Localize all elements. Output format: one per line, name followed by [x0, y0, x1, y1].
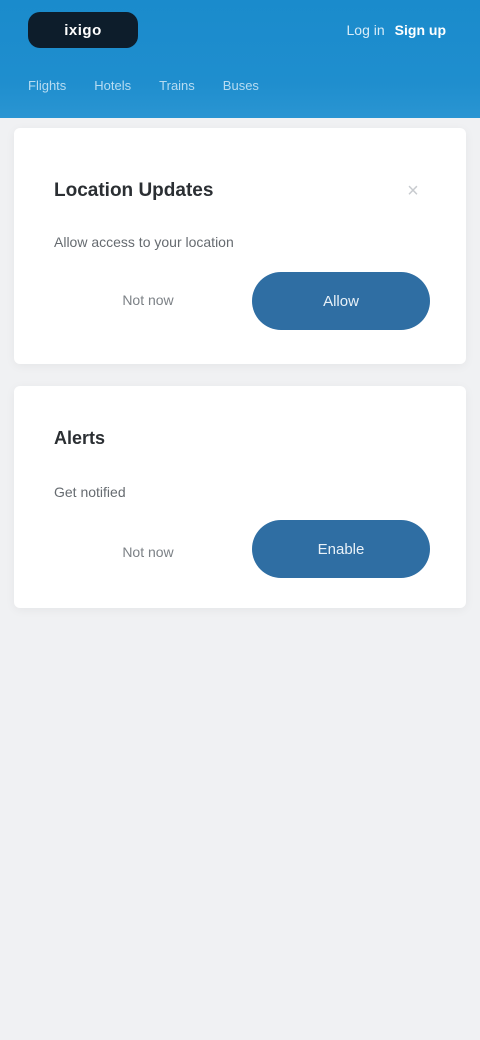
signup-link[interactable]: Sign up [395, 20, 446, 40]
close-icon[interactable]: × [402, 180, 424, 202]
subnav-item-flights[interactable]: Flights [28, 78, 66, 93]
not-now-button[interactable]: Not now [78, 530, 218, 574]
login-link[interactable]: Log in [347, 20, 385, 40]
card-description: Allow access to your location [54, 234, 234, 250]
card-title: Location Updates [54, 180, 214, 201]
card-title: Alerts [54, 428, 106, 448]
app-screen: ixigo Log in Sign up Flights Hotels Trai… [0, 0, 480, 1040]
location-permission-card: Location Updates × Allow access to your … [14, 128, 466, 364]
brand-logo[interactable]: ixigo [28, 12, 138, 48]
allow-button[interactable]: Allow [252, 272, 430, 330]
header-links: Log in Sign up [347, 20, 446, 40]
top-header: ixigo Log in Sign up Flights Hotels Trai… [0, 0, 480, 118]
not-now-button[interactable]: Not now [78, 278, 218, 322]
sub-navigation: Flights Hotels Trains Buses [28, 78, 259, 93]
enable-button[interactable]: Enable [252, 520, 430, 578]
subnav-item-hotels[interactable]: Hotels [94, 78, 131, 93]
subnav-item-buses[interactable]: Buses [223, 78, 259, 93]
alerts-permission-card: Alerts Get notified Not now Enable [14, 386, 466, 608]
card-description: Get notified [54, 484, 126, 500]
subnav-item-trains[interactable]: Trains [159, 78, 195, 93]
